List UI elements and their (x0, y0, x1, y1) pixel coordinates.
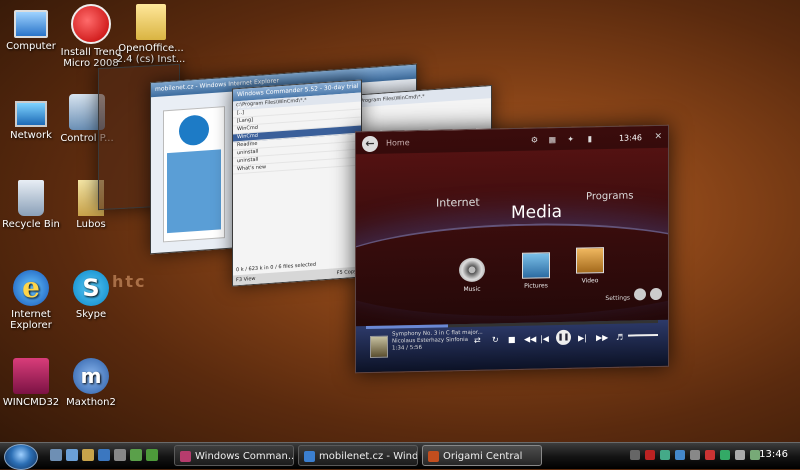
music-disc-icon (459, 257, 485, 283)
media-center-window[interactable]: ← Home ⚙ ▦ ✦ ▮ 13:46 ✕ Internet Media Pr… (355, 124, 669, 374)
desktop-icon-label: Lubos (76, 219, 106, 230)
tray-skype-icon[interactable] (675, 450, 685, 460)
mc-category-media[interactable]: Media (511, 202, 562, 223)
taskbar-button-origami-central[interactable]: Origami Central (422, 445, 542, 466)
flip3d-total-commander-window[interactable]: Windows Commander 5.52 - 30-day trial ve… (232, 79, 362, 287)
mc-category-programs[interactable]: Programs (586, 190, 633, 202)
tray-app-icon[interactable] (660, 450, 670, 460)
pictures-icon (522, 252, 550, 279)
mc-tile-label: Video (581, 277, 599, 285)
app-quicklaunch-icon[interactable] (130, 449, 142, 461)
origami-icon (428, 451, 439, 462)
mc-home-label[interactable]: Home (386, 138, 410, 147)
trend-micro-icon (71, 4, 111, 44)
volume-slider[interactable] (628, 333, 658, 337)
tray-network-icon[interactable] (720, 450, 730, 460)
folder-quicklaunch-icon[interactable] (82, 449, 94, 461)
stop-icon[interactable]: ■ (508, 335, 516, 344)
skype-icon: S (73, 270, 109, 306)
folder-icon (136, 4, 166, 40)
taskbar-button-windows-commander[interactable]: Windows Comman... (174, 445, 294, 466)
taskbar-clock[interactable]: 13:46 (759, 449, 788, 460)
repeat-icon[interactable]: ↻ (492, 335, 499, 344)
volume-icon[interactable]: ♬ (616, 333, 623, 342)
desktop-icon-label: OpenOffice... 2.4 (cs) Inst... (116, 43, 186, 65)
taskbar-button-label: Windows Comman... (195, 451, 294, 462)
mc-tile-music[interactable]: Music (452, 257, 492, 293)
desktop-icon-openoffice[interactable]: OpenOffice... 2.4 (cs) Inst... (116, 4, 186, 65)
pause-icon[interactable]: ❚❚ (556, 329, 571, 346)
internet-explorer-icon (304, 451, 315, 462)
recycle-bin-icon (18, 180, 44, 216)
tray-usb-icon[interactable] (690, 450, 700, 460)
desktop-icon-maxthon2[interactable]: m Maxthon2 (56, 358, 126, 408)
ie-page-content (163, 106, 225, 243)
tray-alert-icon[interactable] (705, 450, 715, 460)
desktop-icon-label: Maxthon2 (66, 397, 116, 408)
now-playing-time: 1:34 / 5:56 (392, 344, 423, 352)
grid-icon[interactable]: ▦ (548, 135, 556, 144)
rewind-icon[interactable]: ◀◀ (524, 334, 536, 343)
mc-settings-label[interactable]: Settings (605, 295, 630, 303)
tray-chevron-icon[interactable] (630, 450, 640, 460)
pin-icon[interactable]: ✦ (567, 135, 574, 144)
mc-clock: 13:46 (618, 133, 642, 143)
show-desktop-icon[interactable] (50, 449, 62, 461)
mc-category-internet[interactable]: Internet (436, 196, 480, 210)
previous-icon[interactable]: |◀ (540, 334, 549, 343)
mc-transport-bar: Symphony No. 3 in C flat major... Nicola… (356, 319, 668, 373)
next-icon[interactable]: ▶| (578, 333, 587, 342)
taskbar-button-mobilenet[interactable]: mobilenet.cz - Wind... (298, 445, 418, 466)
mc-tile-video[interactable]: Video (570, 247, 610, 285)
computer-icon (14, 10, 48, 38)
internet-explorer-icon: e (13, 270, 49, 306)
taskbar-button-label: Origami Central (443, 451, 523, 462)
ie-quicklaunch-icon[interactable] (98, 449, 110, 461)
album-art (370, 335, 388, 358)
desktop-icon-label: Skype (75, 309, 107, 320)
f5-copy-key[interactable]: F5 Copy (337, 267, 357, 278)
htc-watermark: htc (112, 272, 147, 291)
floppy-disk-icon (180, 451, 191, 462)
mc-progress-bar[interactable] (366, 319, 658, 330)
app2-quicklaunch-icon[interactable] (146, 449, 158, 461)
switch-windows-icon[interactable] (66, 449, 78, 461)
mobilenet-logo (179, 114, 209, 147)
maxthon-icon: m (73, 358, 109, 394)
ie-page-nav (167, 149, 221, 234)
film-icon (576, 247, 604, 274)
taskbar-button-label: mobilenet.cz - Wind... (319, 451, 418, 462)
signal-icon: ▮ (587, 134, 592, 144)
mc-progress-fill (366, 324, 448, 330)
mc-tile-pictures[interactable]: Pictures (516, 252, 556, 290)
close-icon[interactable]: ✕ (654, 132, 662, 142)
media-quicklaunch-icon[interactable] (114, 449, 126, 461)
gear-icon[interactable]: ⚙ (531, 135, 538, 144)
floppy-disk-icon (13, 358, 49, 394)
mc-tile-label: Music (463, 285, 481, 294)
start-orb-icon[interactable] (4, 444, 38, 470)
mc-background-wave (355, 219, 669, 321)
mc-tile-label: Pictures (524, 282, 548, 290)
tray-security-icon[interactable] (645, 450, 655, 460)
tray-volume-icon[interactable] (735, 450, 745, 460)
fast-forward-icon[interactable]: ▶▶ (596, 333, 608, 342)
shuffle-icon[interactable]: ⇄ (474, 336, 481, 345)
f3-view-key[interactable]: F3 View (233, 276, 256, 284)
taskbar: Windows Comman... mobilenet.cz - Wind...… (0, 442, 800, 470)
network-icon (15, 101, 47, 127)
